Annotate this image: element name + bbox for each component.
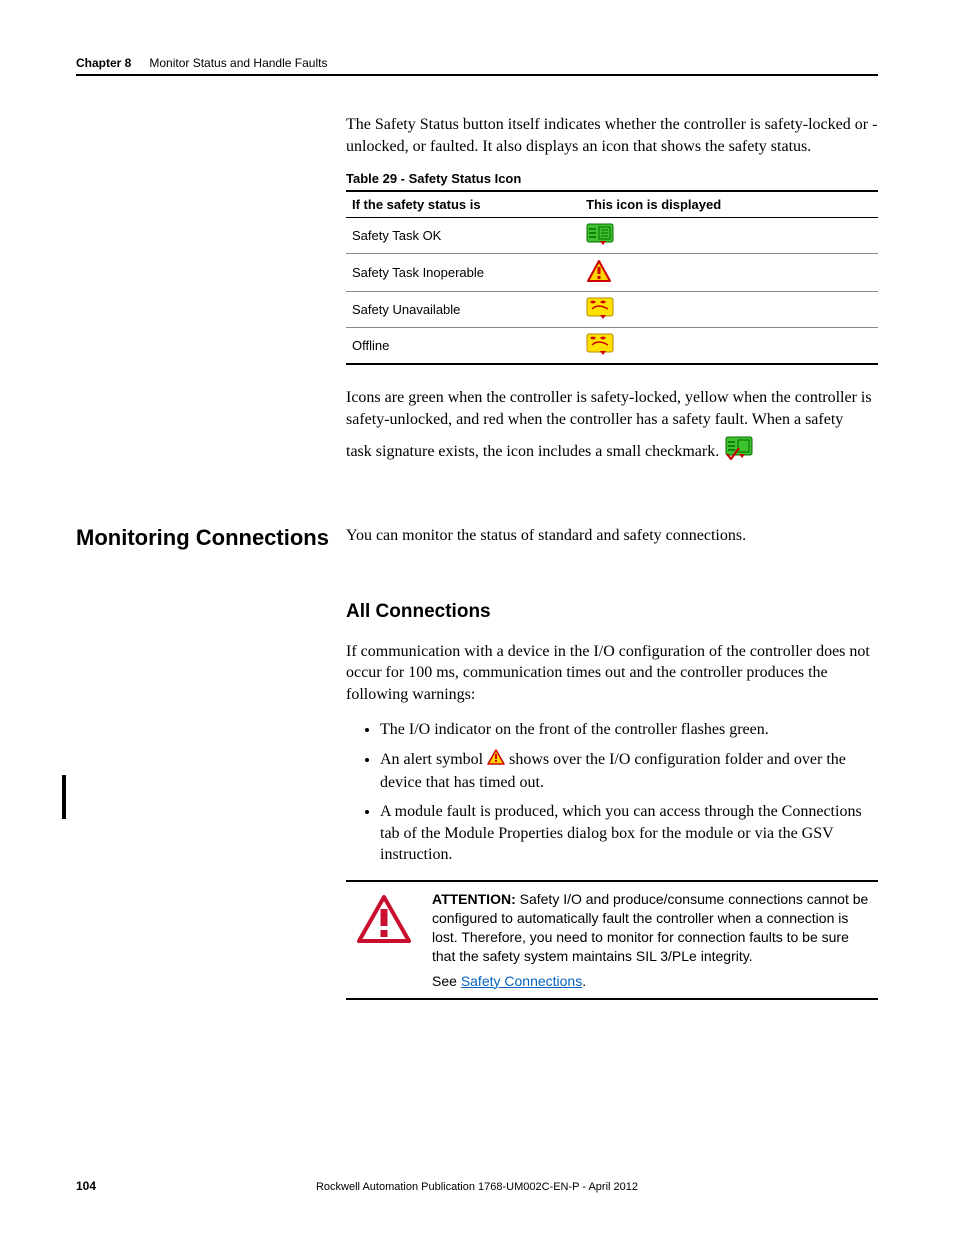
alert-icon xyxy=(487,752,509,769)
list-item: The I/O indicator on the front of the co… xyxy=(380,719,878,741)
page-header: Chapter 8 Monitor Status and Handle Faul… xyxy=(76,56,878,76)
section-lead: You can monitor the status of standard a… xyxy=(346,525,878,547)
section-heading: Monitoring Connections xyxy=(76,525,346,551)
chapter-title: Monitor Status and Handle Faults xyxy=(149,56,327,70)
status-cell: Offline xyxy=(346,328,580,365)
icon-cell xyxy=(580,218,878,254)
table-header-status: If the safety status is xyxy=(346,191,580,218)
list-item: An alert symbol shows over the I/O confi… xyxy=(380,749,878,793)
table-row: Safety Task OK xyxy=(346,218,878,254)
attention-text: ATTENTION: Safety I/O and produce/consum… xyxy=(432,890,874,990)
status-icon-table: If the safety status is This icon is dis… xyxy=(346,190,878,365)
safety-inoperable-icon xyxy=(586,259,612,286)
safety-offline-icon xyxy=(586,333,614,358)
status-cell: Safety Task OK xyxy=(346,218,580,254)
attention-block: ATTENTION: Safety I/O and produce/consum… xyxy=(346,880,878,1000)
bullet2a: An alert symbol xyxy=(380,751,483,768)
table-row: Safety Unavailable xyxy=(346,292,878,328)
footer-publication: Rockwell Automation Publication 1768-UM0… xyxy=(76,1181,878,1193)
status-cell: Safety Task Inoperable xyxy=(346,254,580,292)
status-cell: Safety Unavailable xyxy=(346,292,580,328)
after-table-text: task signature exists, the icon includes… xyxy=(346,441,719,463)
safety-check-icon xyxy=(725,436,753,467)
intro-paragraph: The Safety Status button itself indicate… xyxy=(346,114,878,157)
chapter-label: Chapter 8 xyxy=(76,56,131,70)
list-item: A module fault is produced, which you ca… xyxy=(380,801,878,866)
attention-triangle-icon xyxy=(350,890,412,949)
see-prefix: See xyxy=(432,973,461,989)
icon-cell xyxy=(580,254,878,292)
safety-unavailable-icon xyxy=(586,297,614,322)
see-suffix: . xyxy=(582,973,586,989)
after-table-line2: task signature exists, the icon includes… xyxy=(346,436,878,467)
attention-label: ATTENTION: xyxy=(432,891,516,907)
safety-connections-link[interactable]: Safety Connections xyxy=(461,973,582,989)
table-header-icon: This icon is displayed xyxy=(580,191,878,218)
icon-cell xyxy=(580,328,878,365)
table-caption: Table 29 - Safety Status Icon xyxy=(346,171,878,186)
table-row: Safety Task Inoperable xyxy=(346,254,878,292)
safety-ok-icon xyxy=(586,223,614,248)
section-body: If communication with a device in the I/… xyxy=(346,641,878,706)
change-bar xyxy=(62,775,66,819)
warning-list: The I/O indicator on the front of the co… xyxy=(346,719,878,866)
sub-heading: All Connections xyxy=(346,601,878,623)
after-table-line1: Icons are green when the controller is s… xyxy=(346,387,878,430)
table-row: Offline xyxy=(346,328,878,365)
icon-cell xyxy=(580,292,878,328)
